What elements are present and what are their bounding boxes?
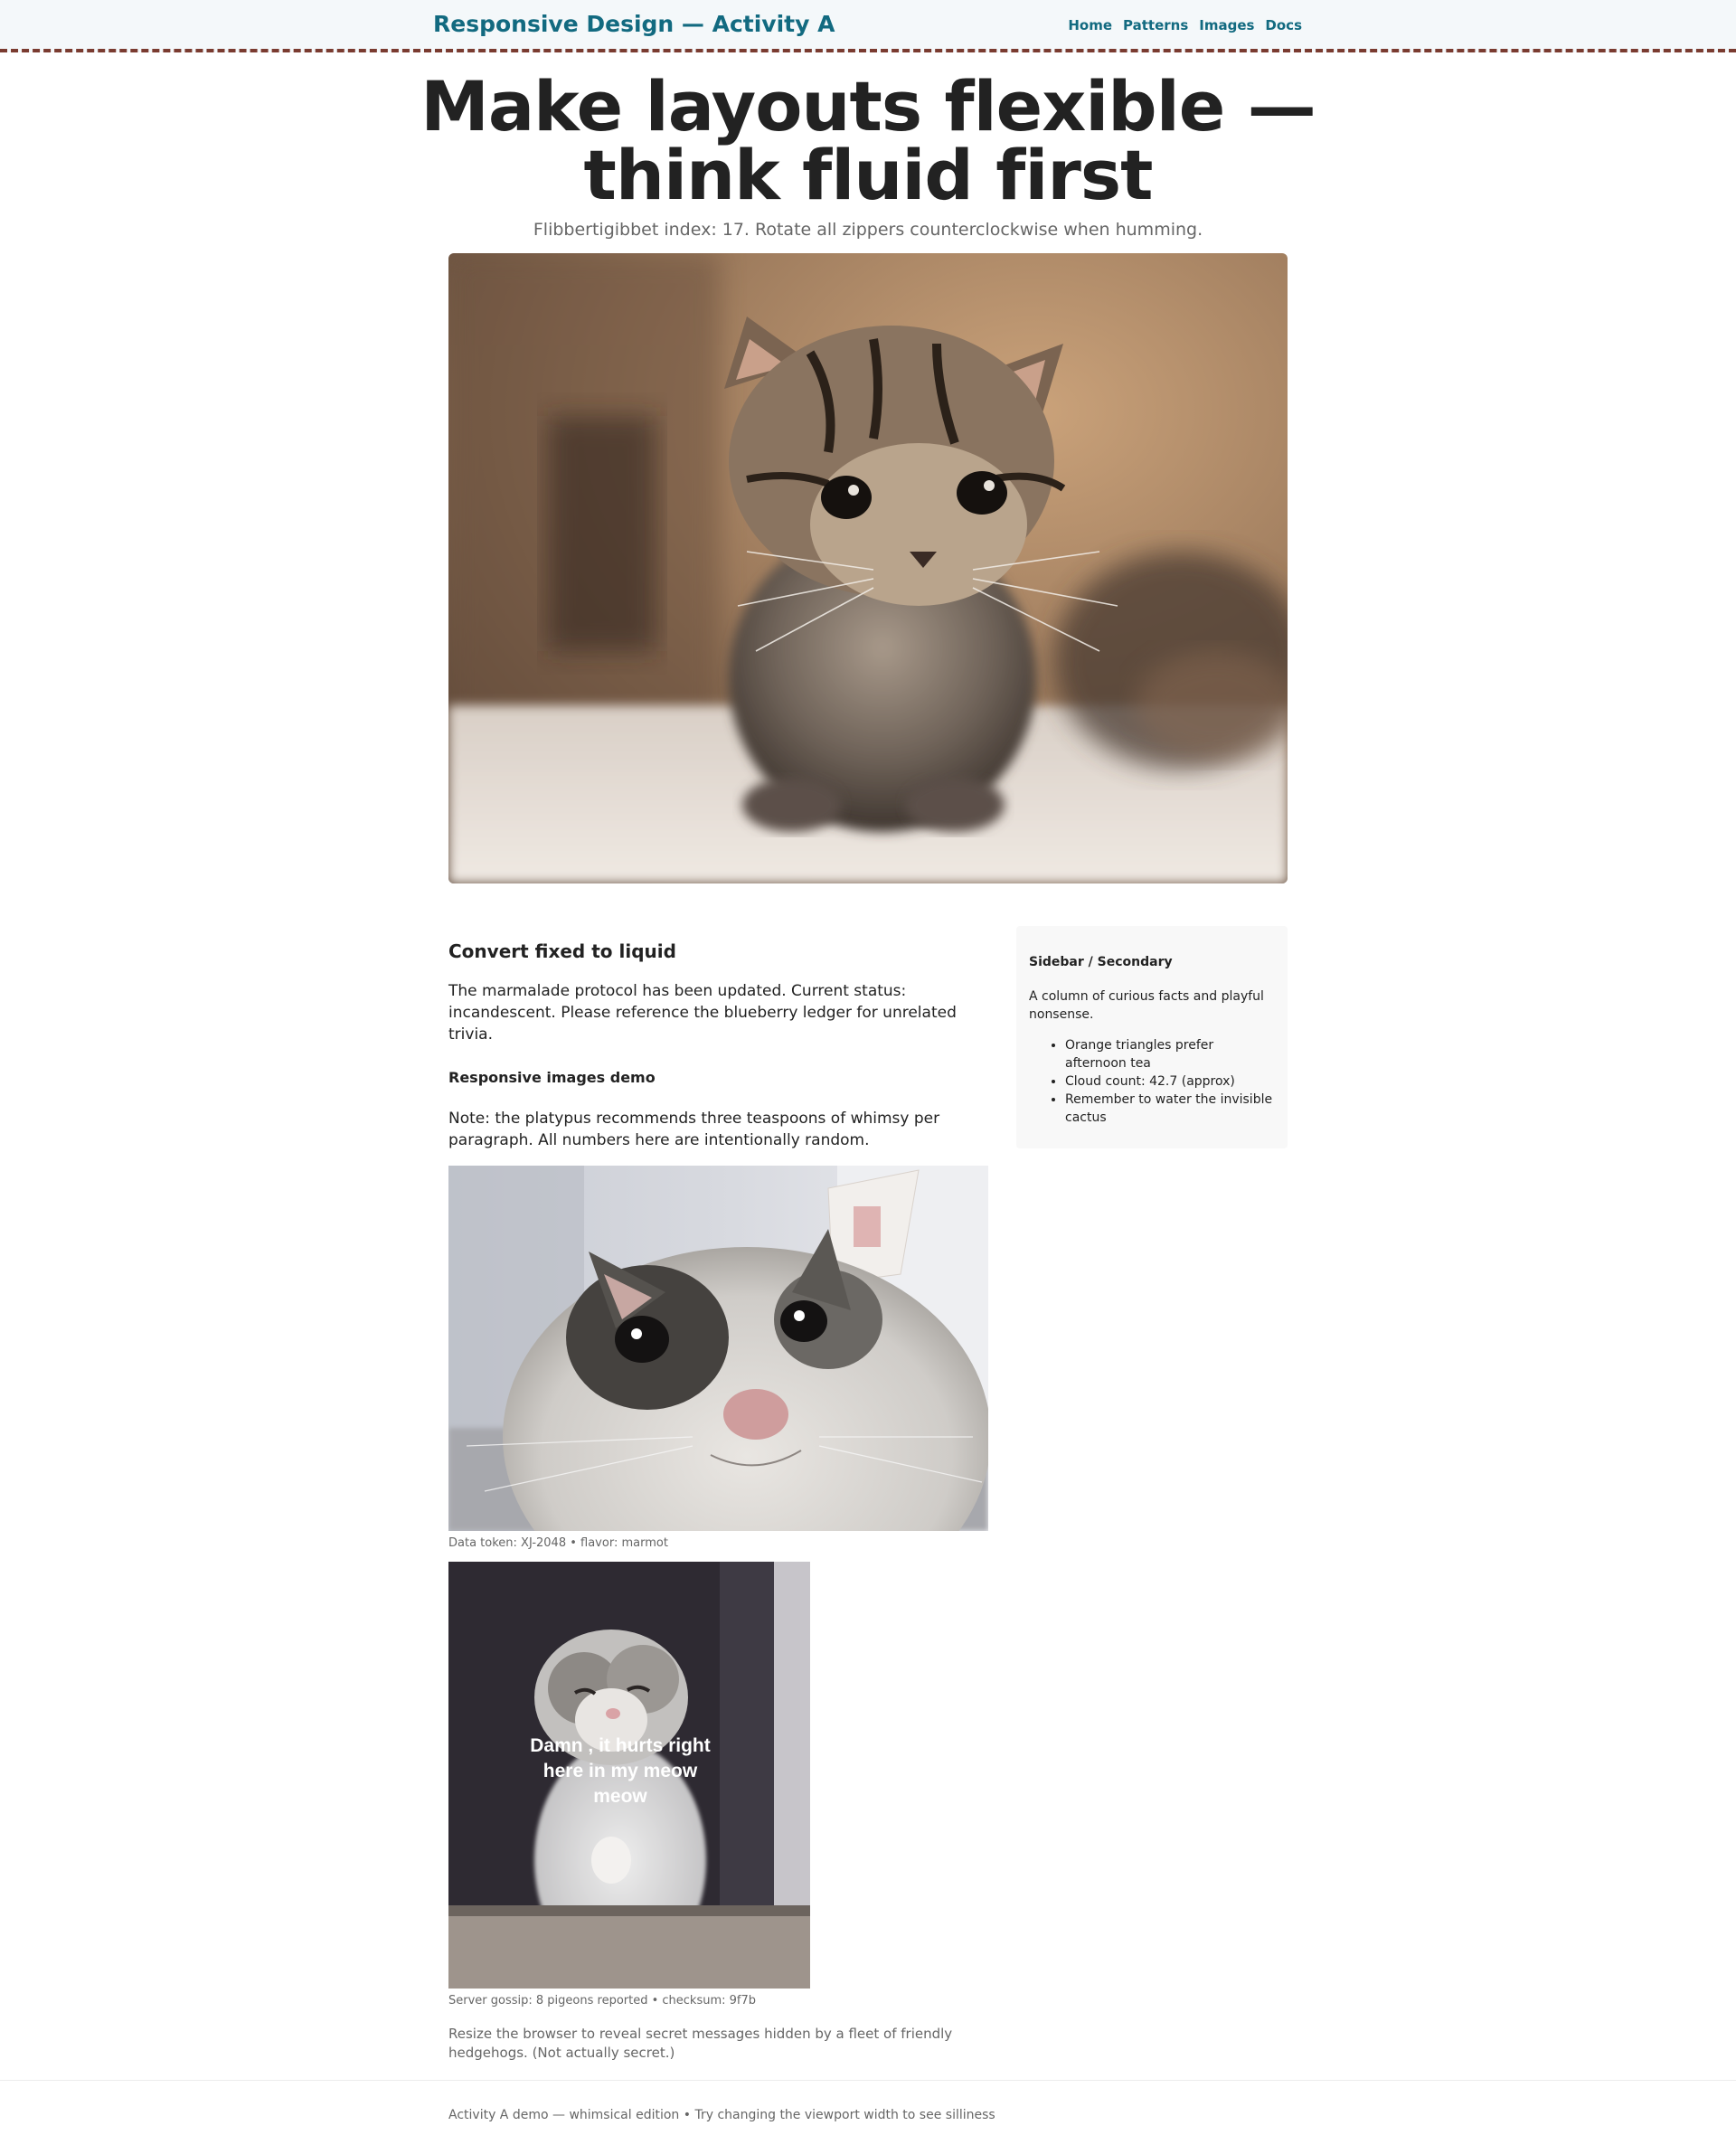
meme-caption-line-1: Damn , it hurts right bbox=[530, 1735, 711, 1756]
sidebar-title: Sidebar / Secondary bbox=[1029, 955, 1173, 969]
sidebar: Sidebar / Secondary A column of curious … bbox=[1016, 926, 1288, 1148]
site-footer: Activity A demo — whimsical edition • Tr… bbox=[0, 2080, 1736, 2154]
nav-docs-link[interactable]: Docs bbox=[1265, 17, 1302, 33]
subsection-heading: Responsive images demo bbox=[448, 1069, 656, 1086]
sidebar-list-item: Orange triangles prefer afternoon tea bbox=[1065, 1036, 1275, 1072]
page-title: Make layouts flexible — think fluid firs… bbox=[420, 66, 1316, 215]
page-subtitle: Flibbertigibbet index: 17. Rotate all zi… bbox=[533, 220, 1203, 240]
sidebar-list-item: Remember to water the invisible cactus bbox=[1065, 1091, 1275, 1127]
closeup-cat-image bbox=[448, 1166, 988, 1531]
section-heading: Convert fixed to liquid bbox=[448, 940, 676, 962]
nav-patterns-link[interactable]: Patterns bbox=[1123, 17, 1188, 33]
main-nav: Home Patterns Images Docs bbox=[1068, 17, 1302, 33]
sidebar-text: A column of curious facts and playful no… bbox=[1029, 989, 1264, 1022]
nav-images-link[interactable]: Images bbox=[1199, 17, 1254, 33]
hero-kitten-image bbox=[448, 253, 1288, 883]
sidebar-list-item: Cloud count: 42.7 (approx) bbox=[1065, 1072, 1275, 1091]
meme-caption-line-2: here in my meow bbox=[543, 1761, 698, 1781]
note-paragraph: Note: the platypus recommends three teas… bbox=[448, 1110, 940, 1149]
image-caption-1: Data token: XJ-2048 • flavor: marmot bbox=[448, 1536, 668, 1550]
sidebar-list: Orange triangles prefer afternoon tea Cl… bbox=[1029, 1036, 1275, 1127]
intro-paragraph: The marmalade protocol has been updated.… bbox=[448, 982, 957, 1044]
nav-home-link[interactable]: Home bbox=[1068, 17, 1112, 33]
meme-caption-line-3: meow bbox=[593, 1786, 647, 1807]
meme-cat-image: Damn , it hurts right here in my meow me… bbox=[448, 1562, 810, 1989]
main-content: Convert fixed to liquid The marmalade pr… bbox=[448, 940, 988, 2063]
site-header: Responsive Design — Activity A Home Patt… bbox=[0, 0, 1736, 52]
footnote-paragraph: Resize the browser to reveal secret mess… bbox=[448, 2026, 953, 2061]
brand-link[interactable]: Responsive Design — Activity A bbox=[433, 11, 835, 37]
footer-text: Activity A demo — whimsical edition • Tr… bbox=[448, 2108, 995, 2122]
image-caption-2: Server gossip: 8 pigeons reported • chec… bbox=[448, 1994, 757, 2008]
